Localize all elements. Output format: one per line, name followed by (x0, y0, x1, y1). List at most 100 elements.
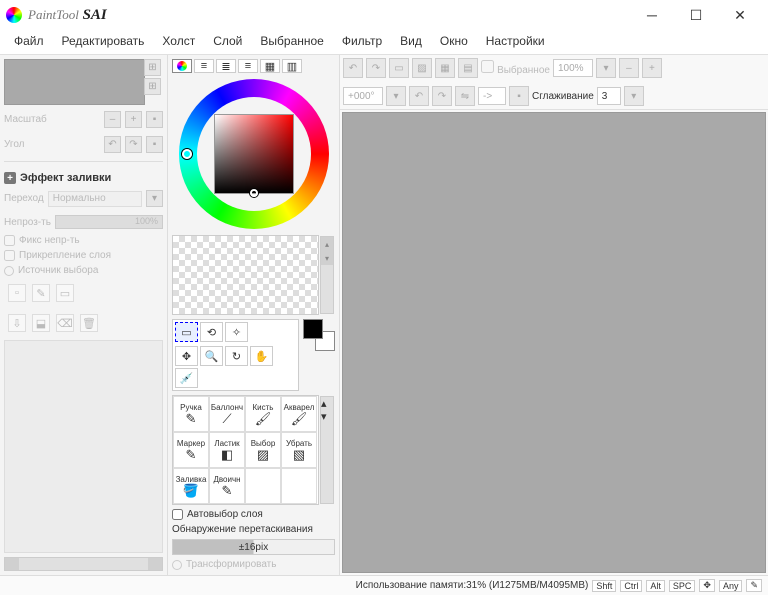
scroll-up-icon[interactable]: ▴ (321, 237, 333, 251)
scroll-right-icon[interactable] (148, 558, 162, 570)
menu-settings[interactable]: Настройки (486, 34, 545, 48)
hand-tool[interactable]: ✋ (250, 346, 273, 366)
toggle-button[interactable]: ▤ (458, 58, 478, 78)
brush-pen[interactable]: Ручка✎ (173, 396, 209, 432)
autoselect-checkbox[interactable]: Автовыбор слоя (172, 509, 335, 520)
new-layer-icon[interactable]: ▫ (8, 284, 26, 302)
nav-zoom-btn[interactable]: ⊞ (144, 59, 161, 76)
merge-down-icon[interactable]: ⬓ (32, 314, 50, 332)
brush-eraser[interactable]: Ластик◧ (209, 432, 245, 468)
layer-hscroll[interactable] (4, 557, 163, 571)
eyedropper-tool[interactable]: 💉 (175, 368, 198, 388)
brush-marker[interactable]: Маркер✎ (173, 432, 209, 468)
scroll-left-icon[interactable] (5, 558, 19, 570)
brush-empty[interactable] (281, 468, 317, 504)
deselect-button[interactable]: ▭ (389, 58, 409, 78)
new-linework-icon[interactable]: ✎ (32, 284, 50, 302)
close-button[interactable]: ✕ (718, 1, 762, 29)
menu-filter[interactable]: Фильтр (342, 34, 382, 48)
rotate-ccw-button[interactable]: ↶ (409, 86, 429, 106)
drag-detection-slider[interactable]: ±16pix (172, 539, 335, 555)
color-scratch-tab[interactable]: ▥ (282, 59, 302, 73)
blend-dropdown-button[interactable]: ▾ (146, 190, 163, 207)
undo-button[interactable]: ↶ (343, 58, 363, 78)
sv-square[interactable] (214, 114, 294, 194)
zoom-in-button[interactable]: + (125, 111, 142, 128)
smoothing-field[interactable]: 3 (597, 87, 621, 105)
brush-bucket[interactable]: Заливка🪣 (173, 468, 209, 504)
brush-deselect[interactable]: Убрать▧ (281, 432, 317, 468)
flip-h-button[interactable]: ⇋ (455, 86, 475, 106)
magic-wand-tool[interactable]: ✧ (225, 322, 248, 342)
transfer-down-icon[interactable]: ⇩ (8, 314, 26, 332)
layer-list[interactable] (4, 340, 163, 553)
show-sel-button[interactable]: ▦ (435, 58, 455, 78)
brush-binary[interactable]: Двоичн✎ (209, 468, 245, 504)
menu-view[interactable]: Вид (400, 34, 422, 48)
canvas[interactable] (342, 112, 766, 573)
transform-radio[interactable]: Трансформировать (172, 559, 335, 570)
zoom-reset-button[interactable]: ▪ (146, 111, 163, 128)
hue-cursor-icon[interactable] (182, 149, 192, 159)
color-mixer-tab[interactable]: ≡ (238, 59, 258, 73)
scroll-down-icon[interactable]: ▾ (321, 410, 333, 423)
selection-checkbox[interactable] (481, 60, 494, 73)
smoothing-dropdown[interactable]: ▾ (624, 86, 644, 106)
rotate-cw-button[interactable]: ↷ (432, 86, 452, 106)
swatch-palette[interactable]: ▴ ▾ (172, 235, 319, 315)
zoom-tool[interactable]: 🔍 (200, 346, 223, 366)
rotation-field[interactable]: +000° (343, 87, 383, 105)
menu-layer[interactable]: Слой (213, 34, 242, 48)
menu-window[interactable]: Окно (440, 34, 468, 48)
menu-edit[interactable]: Редактировать (62, 34, 145, 48)
color-swatches-tab[interactable]: ▦ (260, 59, 280, 73)
fg-bg-colors[interactable] (303, 319, 335, 351)
brush-select[interactable]: Выбор▨ (245, 432, 281, 468)
lasso-tool[interactable]: ⟲ (200, 322, 223, 342)
brush-watercolor[interactable]: Акварел🖌 (281, 396, 317, 432)
sv-cursor-icon[interactable] (250, 189, 258, 197)
menu-canvas[interactable]: Холст (162, 34, 195, 48)
reset-button[interactable]: ▪ (509, 86, 529, 106)
zoom-field[interactable]: 100% (553, 59, 593, 77)
zoom-in-button[interactable]: + (642, 58, 662, 78)
brush-brush[interactable]: Кисть🖌 (245, 396, 281, 432)
color-wheel-tab[interactable] (172, 59, 192, 73)
rotate-tool[interactable]: ↻ (225, 346, 248, 366)
swatch-scrollbar[interactable]: ▴ ▾ (320, 236, 334, 314)
redo-button[interactable]: ↷ (366, 58, 386, 78)
color-rgb-tab[interactable]: ≡ (194, 59, 214, 73)
color-picker[interactable] (172, 77, 335, 231)
nav-zoom-btn[interactable]: ⊞ (144, 78, 161, 95)
menu-file[interactable]: Файл (14, 34, 44, 48)
scroll-up-icon[interactable]: ▴ (321, 397, 333, 410)
new-folder-icon[interactable]: ▭ (56, 284, 74, 302)
delete-layer-icon[interactable]: 🗑 (80, 314, 98, 332)
zoom-out-button[interactable]: – (619, 58, 639, 78)
blend-mode-select[interactable]: Нормально (48, 191, 142, 207)
zoom-dropdown[interactable]: ▾ (596, 58, 616, 78)
rotate-cw-button[interactable]: ↷ (125, 136, 142, 153)
brush-empty[interactable] (245, 468, 281, 504)
color-hsv-tab[interactable]: ≣ (216, 59, 236, 73)
brush-airbrush[interactable]: Баллонч⟋ (209, 396, 245, 432)
navigator-thumbnail[interactable] (4, 59, 145, 105)
rotation-dropdown[interactable]: ▾ (386, 86, 406, 106)
clip-layer-checkbox[interactable]: Прикрепление слоя (4, 250, 163, 261)
zoom-out-button[interactable]: – (104, 111, 121, 128)
opacity-slider[interactable]: 100% (55, 215, 163, 229)
scroll-down-icon[interactable]: ▾ (321, 251, 333, 265)
move-tool[interactable]: ✥ (175, 346, 198, 366)
minimize-button[interactable]: ─ (630, 1, 674, 29)
fix-opacity-checkbox[interactable]: Фикс непр-ть (4, 235, 163, 246)
brush-scrollbar[interactable]: ▴ ▾ (320, 396, 334, 504)
rotate-ccw-button[interactable]: ↶ (104, 136, 121, 153)
selection-source-radio[interactable]: Источник выбора (4, 265, 163, 276)
menu-selection[interactable]: Выбранное (260, 34, 323, 48)
rotate-reset-button[interactable]: ▪ (146, 136, 163, 153)
maximize-button[interactable]: ☐ (674, 1, 718, 29)
foreground-color[interactable] (303, 319, 323, 339)
clear-layer-icon[interactable]: ⌫ (56, 314, 74, 332)
invert-button[interactable]: ▨ (412, 58, 432, 78)
fill-effect-header[interactable]: + Эффект заливки (4, 172, 163, 184)
